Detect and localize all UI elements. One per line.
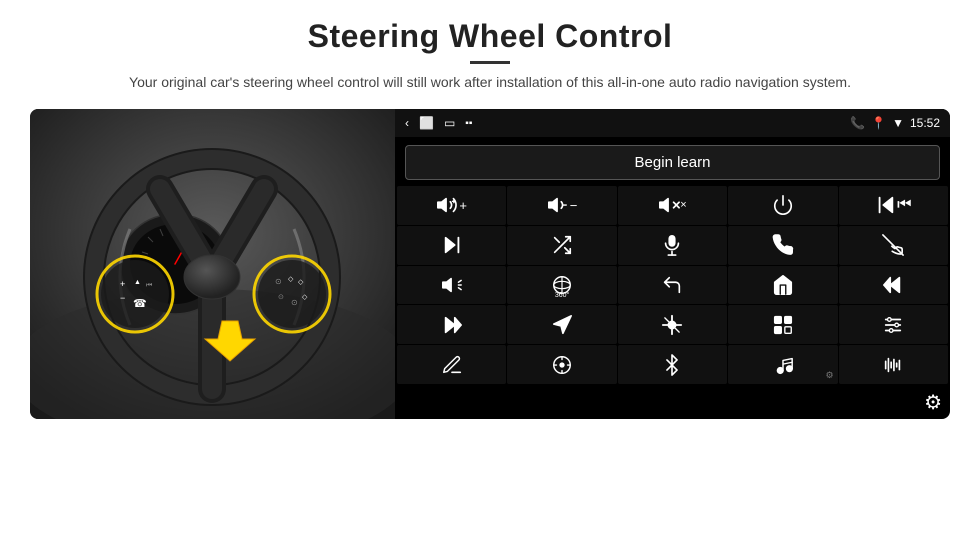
icon-shuffle[interactable]: [507, 226, 616, 265]
icon-soundwave[interactable]: [839, 345, 948, 384]
icon-skip-back[interactable]: [839, 266, 948, 305]
page-title: Steering Wheel Control: [129, 18, 851, 55]
back-nav-icon[interactable]: ‹: [405, 116, 409, 130]
icon-compass[interactable]: [507, 345, 616, 384]
settings-gear-icon[interactable]: ⚙: [924, 390, 942, 415]
icon-equalizer[interactable]: [618, 305, 727, 344]
svg-text:◇: ◇: [288, 276, 294, 283]
icon-phone[interactable]: [728, 226, 837, 265]
steering-wheel-image: + ▲ ⏮ − ☎ ⊙ ◇ ◇ ⊙ ⊙ ◇: [30, 109, 395, 419]
title-section: Steering Wheel Control Your original car…: [129, 18, 851, 93]
svg-text:⏮: ⏮: [146, 282, 152, 289]
statusbar: ‹ ⬜ ▭ ▪▪ 📞 📍 ▼ 15:52: [395, 109, 950, 137]
icon-music[interactable]: ⚙: [728, 345, 837, 384]
home-nav-icon[interactable]: ⬜: [419, 116, 434, 130]
recents-nav-icon[interactable]: ▭: [444, 116, 455, 130]
statusbar-left: ‹ ⬜ ▭ ▪▪: [405, 116, 472, 130]
title-divider: [470, 61, 510, 64]
icon-fast-forward[interactable]: [397, 305, 506, 344]
icon-back[interactable]: [618, 266, 727, 305]
svg-text:◇: ◇: [298, 279, 304, 286]
svg-text:☎: ☎: [133, 298, 147, 310]
icon-settings-eq[interactable]: [839, 305, 948, 344]
icon-pen[interactable]: [397, 345, 506, 384]
svg-text:⊙: ⊙: [278, 294, 284, 301]
svg-text:+: +: [120, 279, 125, 289]
page-subtitle: Your original car's steering wheel contr…: [129, 72, 851, 93]
svg-text:−: −: [120, 293, 125, 303]
icons-grid: + − × ⏮: [395, 184, 950, 388]
icon-vol-mute[interactable]: ×: [618, 186, 727, 225]
clock: 15:52: [910, 116, 940, 130]
phone-status-icon: 📞: [850, 116, 865, 130]
begin-learn-row: Begin learn: [395, 137, 950, 184]
icon-home[interactable]: [728, 266, 837, 305]
content-area: + ▲ ⏮ − ☎ ⊙ ◇ ◇ ⊙ ⊙ ◇: [30, 109, 950, 534]
svg-text:⊙: ⊙: [291, 298, 298, 307]
icon-horn[interactable]: [397, 266, 506, 305]
svg-text:▲: ▲: [134, 279, 141, 286]
wifi-icon: ▼: [892, 116, 904, 130]
icon-navigate[interactable]: [507, 305, 616, 344]
location-icon: 📍: [871, 116, 886, 130]
begin-learn-button[interactable]: Begin learn: [405, 145, 940, 180]
icon-hang-up[interactable]: [839, 226, 948, 265]
svg-text:◇: ◇: [302, 294, 308, 301]
icon-vol-down[interactable]: −: [507, 186, 616, 225]
icon-power[interactable]: [728, 186, 837, 225]
icon-mic[interactable]: [618, 226, 727, 265]
page-wrapper: Steering Wheel Control Your original car…: [0, 0, 980, 544]
settings-row: ⚙: [395, 388, 950, 419]
icon-prev-track[interactable]: ⏮: [839, 186, 948, 225]
icon-next-track[interactable]: [397, 226, 506, 265]
icon-360view[interactable]: 360°: [507, 266, 616, 305]
icon-vol-up[interactable]: +: [397, 186, 506, 225]
svg-text:⊙: ⊙: [275, 277, 282, 286]
signal-icon: ▪▪: [465, 118, 472, 129]
statusbar-right: 📞 📍 ▼ 15:52: [850, 116, 940, 130]
hu-screen: ‹ ⬜ ▭ ▪▪ 📞 📍 ▼ 15:52 Begin learn: [395, 109, 950, 419]
icon-record[interactable]: [728, 305, 837, 344]
icon-bluetooth[interactable]: [618, 345, 727, 384]
